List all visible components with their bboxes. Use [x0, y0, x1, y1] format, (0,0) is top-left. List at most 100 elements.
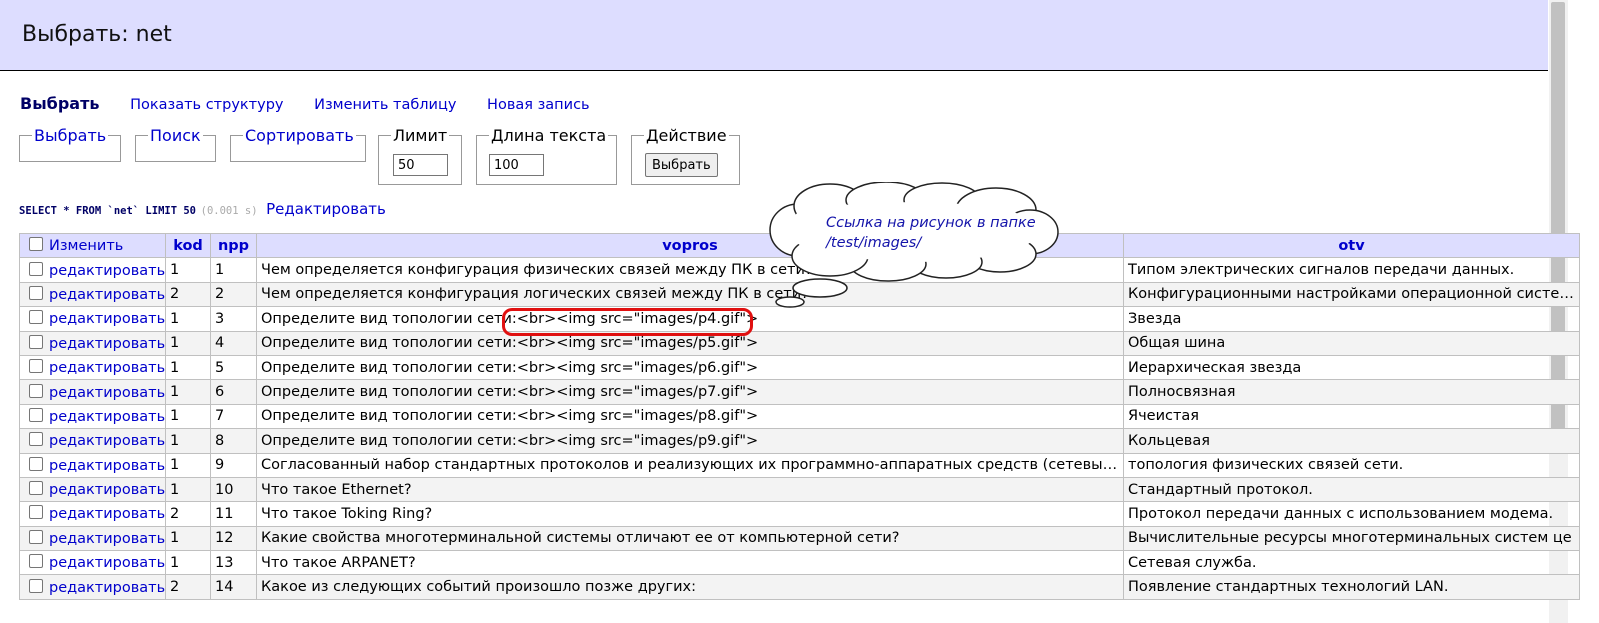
row-checkbox[interactable] [29, 407, 43, 422]
cell-otv: Сетевая служба. [1123, 550, 1580, 576]
cell-npp: 7 [210, 403, 257, 430]
header-kod[interactable]: kod [165, 232, 211, 259]
menu-select: Выбрать [20, 94, 100, 113]
select-fieldset[interactable]: Выбрать [19, 126, 121, 162]
row-edit-cell: редактировать [19, 476, 166, 503]
row-edit-cell: редактировать [19, 257, 166, 283]
cell-npp: 5 [210, 354, 257, 381]
edit-row-link[interactable]: редактировать [49, 506, 165, 522]
cell-otv: топология физических связей сети. [1123, 452, 1580, 478]
cell-otv: Иерархическая звезда [1123, 354, 1580, 381]
row-edit-cell: редактировать [19, 330, 166, 356]
row-edit-cell: редактировать [19, 452, 166, 478]
row-edit-cell: редактировать [19, 501, 166, 527]
cell-otv: Вычислительные ресурсы многотерминальных… [1123, 525, 1580, 552]
header-npp[interactable]: npp [210, 232, 257, 259]
select-all-checkbox[interactable] [29, 237, 43, 252]
row-checkbox[interactable] [29, 578, 43, 593]
callout-text: Ссылка на рисунок в папке /test/images/ [826, 215, 1036, 251]
cell-npp: 9 [210, 452, 257, 478]
edit-row-link[interactable]: редактировать [49, 531, 165, 547]
search-fieldset[interactable]: Поиск [135, 126, 216, 162]
edit-row-link[interactable]: редактировать [49, 482, 165, 498]
sql-query-line: SELECT * FROM `net` LIMIT 50 (0.001 s) Р… [19, 200, 386, 218]
select-button[interactable]: Выбрать [645, 153, 718, 177]
row-checkbox[interactable] [29, 261, 43, 276]
cell-vopros: Что такое ARPANET? [256, 550, 1124, 576]
action-menu: Выбрать Показать структуру Изменить табл… [20, 94, 590, 113]
cell-otv: Звезда [1123, 306, 1580, 332]
row-checkbox[interactable] [29, 310, 43, 325]
edit-row-link[interactable]: редактировать [49, 433, 165, 449]
row-checkbox[interactable] [29, 359, 43, 374]
table-row: редактировать 1 8 Определите вид топологии … [19, 428, 1580, 454]
row-checkbox[interactable] [29, 481, 43, 496]
cell-kod: 2 [165, 501, 211, 527]
edit-row-link[interactable]: редактировать [49, 555, 165, 571]
edit-row-link[interactable]: редактировать [49, 580, 165, 596]
sort-link[interactable]: Сортировать [243, 126, 356, 145]
sort-fieldset[interactable]: Сортировать [230, 126, 366, 162]
row-checkbox[interactable] [29, 334, 43, 349]
table-row: редактировать 1 13 Что такое ARPANET? Сетева… [19, 550, 1580, 576]
cell-vopros: Определите вид топологии сети:<br><img s… [256, 403, 1124, 430]
row-checkbox[interactable] [29, 505, 43, 520]
cell-kod: 1 [165, 428, 211, 454]
cell-kod: 1 [165, 403, 211, 430]
row-checkbox[interactable] [29, 383, 43, 398]
row-checkbox[interactable] [29, 554, 43, 569]
cell-npp: 11 [210, 501, 257, 527]
modify-link[interactable]: Изменить [49, 238, 123, 254]
cell-otv: Конфигурационными настройками операционн… [1123, 281, 1580, 308]
text-length-input[interactable] [489, 154, 544, 176]
cell-otv: Кольцевая [1123, 428, 1580, 454]
table-row: редактировать 1 4 Определите вид топологии … [19, 330, 1580, 356]
search-link[interactable]: Поиск [148, 126, 203, 145]
cell-npp: 1 [210, 257, 257, 283]
edit-query-link[interactable]: Редактировать [266, 200, 386, 218]
edit-row-link[interactable]: редактировать [49, 360, 165, 376]
row-edit-cell: редактировать [19, 550, 166, 576]
cell-npp: 14 [210, 574, 257, 600]
select-columns-link[interactable]: Выбрать [32, 126, 108, 145]
row-checkbox[interactable] [29, 456, 43, 471]
limit-input[interactable] [393, 154, 448, 176]
edit-row-link[interactable]: редактировать [49, 311, 165, 327]
highlight-frame [502, 308, 753, 336]
limit-label: Лимит [393, 126, 448, 145]
cell-kod: 1 [165, 476, 211, 503]
menu-new-record[interactable]: Новая запись [487, 97, 590, 113]
table-row: редактировать 1 7 Определите вид топологии … [19, 403, 1580, 430]
cell-otv: Ячеистая [1123, 403, 1580, 430]
table-row: редактировать 2 11 Что такое Toking Ring? Пр… [19, 501, 1580, 527]
row-checkbox[interactable] [29, 432, 43, 447]
edit-row-link[interactable]: редактировать [49, 287, 165, 303]
row-checkbox[interactable] [29, 285, 43, 300]
menu-alter-table[interactable]: Изменить таблицу [314, 97, 456, 113]
header-otv[interactable]: otv [1123, 232, 1580, 259]
cell-vopros: Какие свойства многотерминальной системы… [256, 525, 1124, 552]
edit-row-link[interactable]: редактировать [49, 458, 165, 474]
row-edit-cell: редактировать [19, 354, 166, 381]
cell-npp: 3 [210, 306, 257, 332]
cell-kod: 1 [165, 257, 211, 283]
cell-otv: Протокол передачи данных с использование… [1123, 501, 1580, 527]
page-title: Выбрать: net [22, 22, 172, 47]
row-edit-cell: редактировать [19, 428, 166, 454]
row-checkbox[interactable] [29, 529, 43, 544]
menu-show-structure[interactable]: Показать структуру [130, 97, 283, 113]
header-modify: Изменить [19, 232, 166, 259]
cell-kod: 1 [165, 452, 211, 478]
cell-npp: 4 [210, 330, 257, 356]
header-bar: Выбрать: net [0, 0, 1548, 71]
edit-row-link[interactable]: редактировать [49, 409, 165, 425]
action-label: Действие [646, 126, 727, 145]
cell-vopros: Определите вид топологии сети:<br><img s… [256, 379, 1124, 405]
cell-kod: 1 [165, 525, 211, 552]
edit-row-link[interactable]: редактировать [49, 336, 165, 352]
cell-vopros: Определите вид топологии сети:<br><img s… [256, 428, 1124, 454]
edit-row-link[interactable]: редактировать [49, 385, 165, 401]
row-edit-cell: редактировать [19, 379, 166, 405]
cell-kod: 1 [165, 354, 211, 381]
edit-row-link[interactable]: редактировать [49, 263, 165, 279]
